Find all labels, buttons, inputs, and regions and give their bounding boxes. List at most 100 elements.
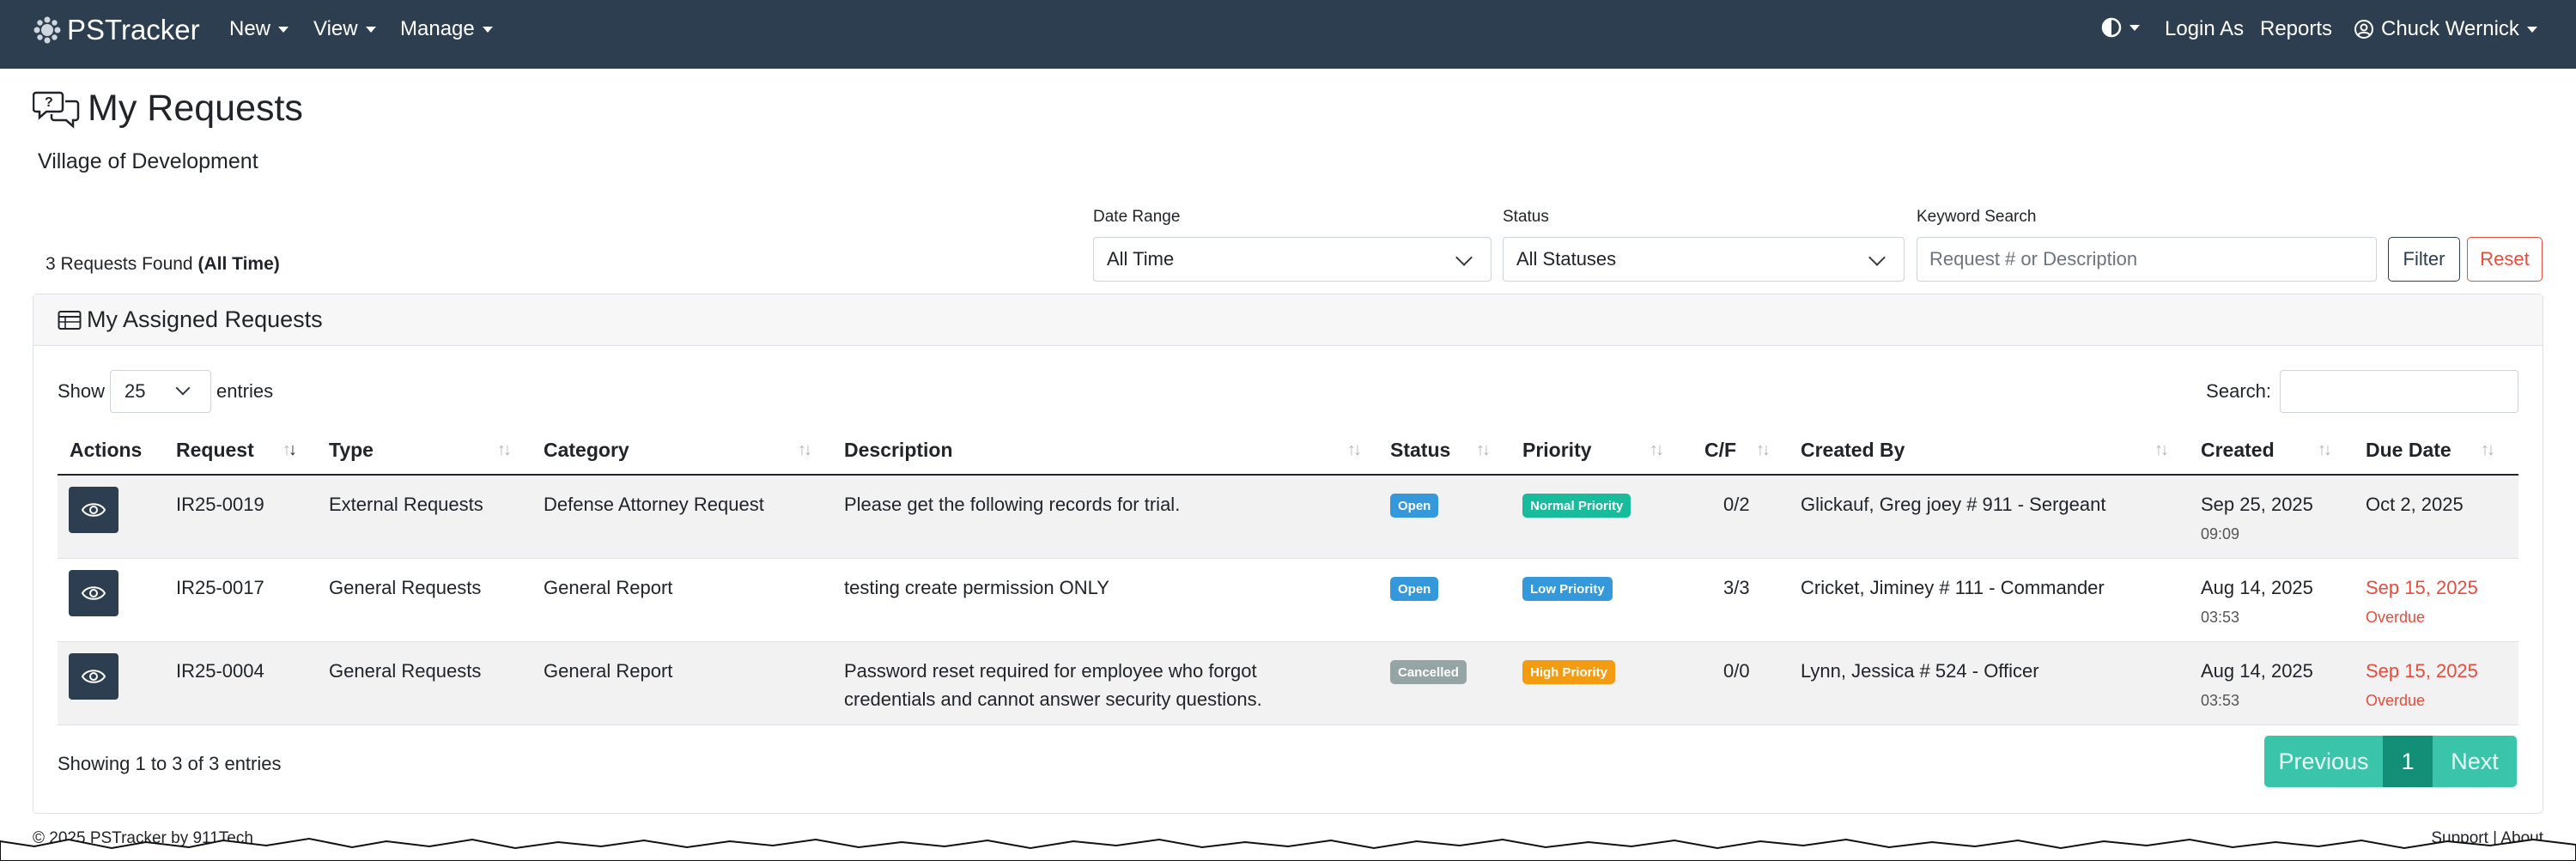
table-icon <box>58 310 82 330</box>
date-range-select[interactable]: All Time <box>1093 237 1492 282</box>
status-select[interactable]: All Statuses <box>1503 237 1905 282</box>
view-request-button[interactable] <box>69 653 118 700</box>
sort-icon[interactable]: ↑↓ <box>497 440 512 460</box>
previous-page-button[interactable]: Previous <box>2264 736 2383 787</box>
requests-table: Actions Request ↑↓ Type ↑↓ Category ↑↓ D… <box>58 428 2518 725</box>
created-date-text: Aug 14, 2025 <box>2201 577 2313 598</box>
view-request-button[interactable] <box>69 487 118 533</box>
results-count: 3 Requests Found (All Time) <box>46 254 280 275</box>
caret-down-icon <box>278 26 289 33</box>
svg-text:?: ? <box>45 95 53 110</box>
search-label: Search: <box>2206 380 2271 402</box>
table-search: Search: <box>2206 370 2543 413</box>
col-description[interactable]: Description <box>844 439 953 462</box>
col-request[interactable]: Request <box>176 439 254 462</box>
sort-icon[interactable]: ↑↓ <box>2481 440 2495 460</box>
col-status[interactable]: Status <box>1390 439 1450 462</box>
filter-button[interactable]: Filter <box>2388 237 2460 282</box>
view-request-button[interactable] <box>69 570 118 616</box>
chevron-down-icon <box>1868 249 1886 266</box>
table-search-input[interactable] <box>2280 370 2518 413</box>
entries-length-select[interactable]: 25 <box>110 370 212 413</box>
sort-icon[interactable]: ↑↓ <box>1649 440 1664 460</box>
entries-length-value: 25 <box>125 380 146 402</box>
caret-down-icon <box>2526 26 2537 33</box>
due-date-text: Sep 15, 2025 <box>2366 660 2478 682</box>
col-created-by[interactable]: Created By <box>1801 439 1905 462</box>
results-range: (All Time) <box>197 254 280 274</box>
keyword-search-input[interactable]: Request # or Description <box>1917 237 2377 282</box>
sort-icon[interactable]: ↑↓ <box>2154 440 2169 460</box>
created-time: 03:53 <box>2201 609 2240 626</box>
nav-menu-view[interactable]: View <box>313 17 376 41</box>
sort-icon[interactable]: ↑↓ <box>2318 440 2332 460</box>
reset-button[interactable]: Reset <box>2467 237 2543 282</box>
sort-icon[interactable]: ↑↓ <box>1476 440 1491 460</box>
priority-badge: High Priority <box>1522 660 1616 684</box>
col-category[interactable]: Category <box>544 439 629 462</box>
caret-down-icon <box>2129 24 2140 31</box>
col-priority[interactable]: Priority <box>1522 439 1592 462</box>
reports-link[interactable]: Reports <box>2260 17 2332 41</box>
nav-menu-new[interactable]: New <box>229 17 289 41</box>
eye-icon <box>81 670 106 683</box>
priority-badge: Low Priority <box>1522 577 1613 601</box>
created-date: Sep 25, 2025 09:09 <box>2201 490 2313 547</box>
page-title: ? My Requests <box>33 88 303 130</box>
chat-question-icon: ? <box>33 91 80 129</box>
cf-count: 0/0 <box>1723 660 1750 682</box>
request-type: General Requests <box>329 660 482 682</box>
table-row: IR25-0004 General Requests General Repor… <box>58 642 2518 725</box>
top-navbar: PSTracker New View Manage Login As Repor… <box>0 0 2576 69</box>
chevron-down-icon <box>175 380 191 396</box>
nav-menu-manage[interactable]: Manage <box>400 17 493 41</box>
table-row: IR25-0019 External Requests Defense Atto… <box>58 476 2518 559</box>
due-date-text: Sep 15, 2025 <box>2366 577 2478 598</box>
due-date: Oct 2, 2025 <box>2366 494 2464 515</box>
next-page-button[interactable]: Next <box>2433 736 2517 787</box>
status-badge: Cancelled <box>1390 660 1467 684</box>
table-info: Showing 1 to 3 of 3 entries <box>58 753 282 774</box>
sort-icon[interactable]: ↑↓ <box>1756 440 1771 460</box>
col-due-date[interactable]: Due Date <box>2366 439 2451 462</box>
created-by: Cricket, Jiminey # 111 - Commander <box>1801 577 2105 598</box>
sort-icon[interactable]: ↑↓ <box>798 440 812 460</box>
request-type: General Requests <box>329 577 482 598</box>
col-cf[interactable]: C/F <box>1704 439 1736 462</box>
sort-desc-icon[interactable]: ↑↓ <box>283 440 297 460</box>
created-date-text: Aug 14, 2025 <box>2201 660 2313 682</box>
theme-toggle[interactable] <box>2101 17 2140 38</box>
request-category: General Report <box>544 660 673 682</box>
page-1-button[interactable]: 1 <box>2383 736 2433 787</box>
status-badge: Open <box>1390 577 1439 601</box>
agency-name: Village of Development <box>38 149 258 173</box>
nav-menu-view-label: View <box>313 17 358 40</box>
table-row: IR25-0017 General Requests General Repor… <box>58 559 2518 642</box>
torn-edge <box>0 837 2576 861</box>
pagination: Previous 1 Next <box>2264 736 2517 787</box>
overdue-label: Overdue <box>2366 692 2426 709</box>
assigned-requests-card: My Assigned Requests Show 25 entries Sea… <box>33 294 2543 814</box>
created-date: Aug 14, 2025 03:53 <box>2201 573 2313 630</box>
request-type: External Requests <box>329 494 483 515</box>
sort-icon[interactable]: ↑↓ <box>1347 440 1362 460</box>
col-created[interactable]: Created <box>2201 439 2275 462</box>
request-number: IR25-0017 <box>176 577 264 598</box>
card-header: My Assigned Requests <box>33 294 2543 346</box>
col-type[interactable]: Type <box>329 439 374 462</box>
results-count-text: 3 Requests Found <box>46 254 193 274</box>
request-number: IR25-0019 <box>176 494 264 515</box>
description-line: Password reset required for employee who… <box>844 660 1257 682</box>
created-time: 09:09 <box>2201 525 2240 543</box>
brand-link[interactable]: PSTracker <box>33 14 200 46</box>
table-header: Actions Request ↑↓ Type ↑↓ Category ↑↓ D… <box>58 428 2518 476</box>
user-menu[interactable]: Chuck Wernick <box>2354 17 2537 41</box>
status-value: All Statuses <box>1516 248 1617 270</box>
eye-icon <box>81 586 106 600</box>
request-description: Please get the following records for tri… <box>844 490 1180 518</box>
login-as-link[interactable]: Login As <box>2165 17 2244 41</box>
description-line: testing create permission ONLY <box>844 577 1109 598</box>
login-as-label: Login As <box>2165 17 2245 40</box>
nav-menu-new-label: New <box>229 17 271 40</box>
show-entries: Show 25 entries <box>58 370 273 413</box>
